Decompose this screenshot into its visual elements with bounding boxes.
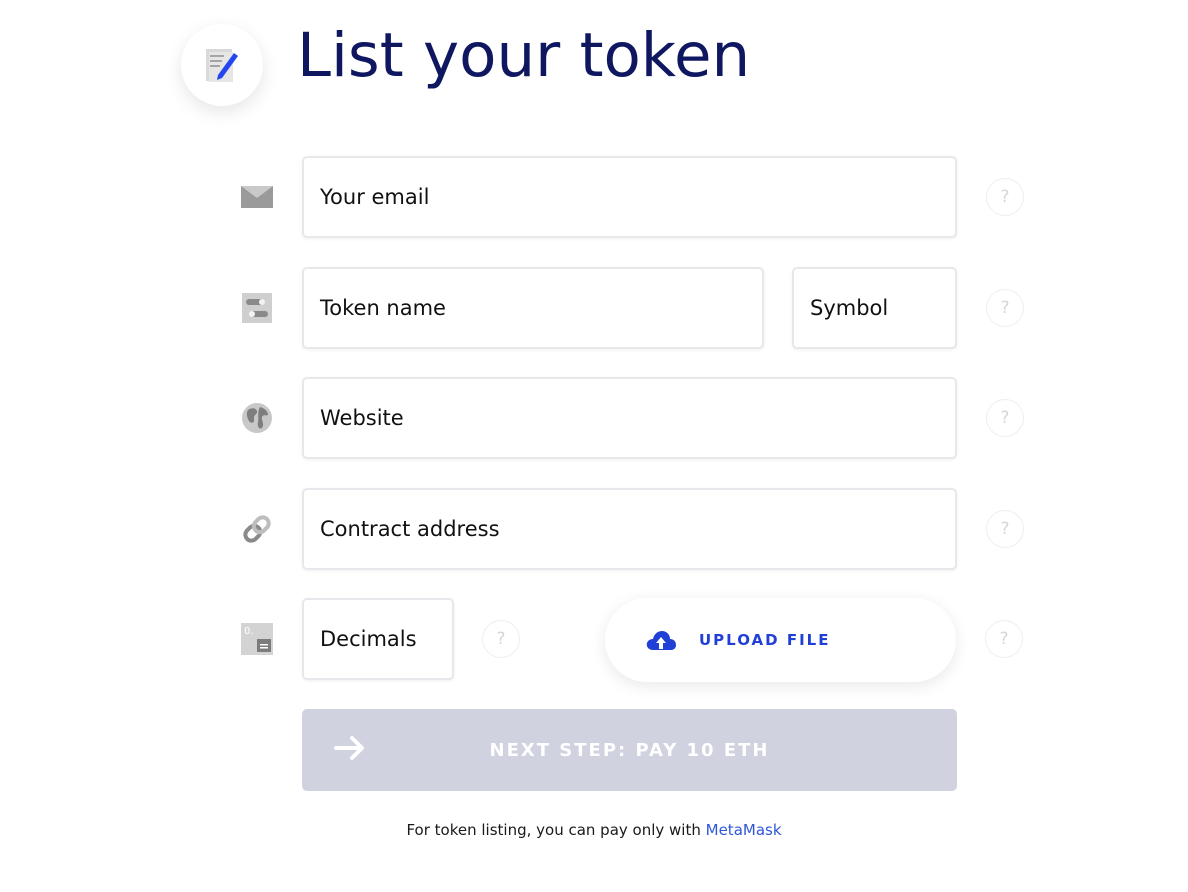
token-name-placeholder: Token name xyxy=(320,296,446,320)
contract-help-icon[interactable]: ? xyxy=(986,510,1024,548)
globe-icon xyxy=(240,401,274,435)
toggle-icon xyxy=(240,291,274,325)
email-help-icon[interactable]: ? xyxy=(986,178,1024,216)
decimals-icon: 0. xyxy=(240,622,274,656)
arrow-right-icon xyxy=(334,736,364,760)
email-field[interactable]: Your email xyxy=(302,156,957,238)
payment-note-text: For token listing, you can pay only with xyxy=(406,821,706,839)
payment-note: For token listing, you can pay only with… xyxy=(0,821,1188,839)
upload-help-icon[interactable]: ? xyxy=(985,620,1023,658)
decimals-field[interactable]: Decimals xyxy=(302,598,454,680)
token-help-icon[interactable]: ? xyxy=(986,289,1024,327)
page-title: List your token xyxy=(297,20,751,91)
symbol-placeholder: Symbol xyxy=(810,296,889,320)
next-step-button[interactable]: NEXT STEP: PAY 10 ETH xyxy=(302,709,957,791)
token-name-field[interactable]: Token name xyxy=(302,267,764,349)
upload-file-button[interactable]: UPLOAD FILE xyxy=(605,598,956,682)
symbol-field[interactable]: Symbol xyxy=(792,267,957,349)
decimals-help-icon[interactable]: ? xyxy=(482,620,520,658)
website-placeholder: Website xyxy=(320,406,404,430)
next-step-label: NEXT STEP: PAY 10 ETH xyxy=(489,739,770,761)
upload-file-label: UPLOAD FILE xyxy=(699,631,831,649)
email-placeholder: Your email xyxy=(320,185,430,209)
contract-address-placeholder: Contract address xyxy=(320,517,500,541)
svg-text:0.: 0. xyxy=(244,626,254,637)
contract-address-field[interactable]: Contract address xyxy=(302,488,957,570)
website-help-icon[interactable]: ? xyxy=(986,399,1024,437)
edit-document-icon xyxy=(206,49,238,82)
website-field[interactable]: Website xyxy=(302,377,957,459)
cloud-upload-icon xyxy=(646,631,676,650)
link-icon xyxy=(240,512,274,546)
logo-badge xyxy=(181,24,263,106)
envelope-icon xyxy=(240,180,274,214)
decimals-placeholder: Decimals xyxy=(320,627,417,651)
metamask-link[interactable]: MetaMask xyxy=(706,821,782,839)
